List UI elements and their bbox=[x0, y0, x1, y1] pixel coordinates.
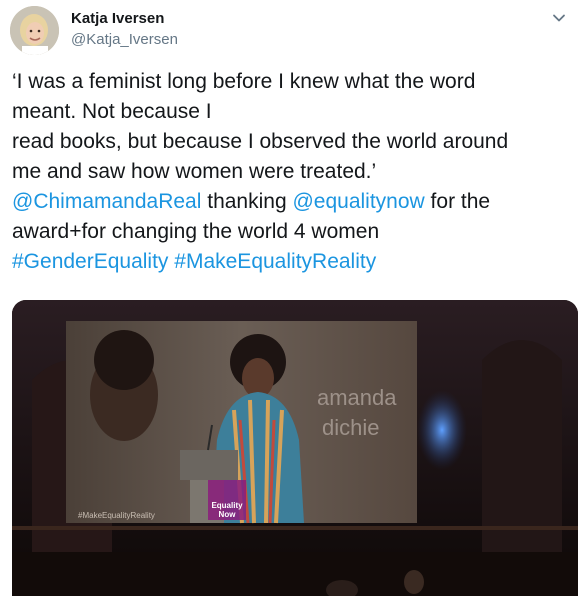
screen-name-text: amanda bbox=[317, 385, 397, 410]
avatar[interactable] bbox=[10, 6, 59, 55]
tweet-text-line: award+for changing the world 4 women bbox=[12, 220, 380, 243]
tweet-text: ‘I was a feminist long before I knew wha… bbox=[12, 67, 568, 277]
tweet-text-line: #GenderEquality #MakeEqualityReality bbox=[12, 247, 568, 277]
hashtag-link[interactable]: #GenderEquality bbox=[12, 250, 168, 273]
author-handle[interactable]: @Katja_Iversen bbox=[71, 31, 178, 48]
hashtag-link[interactable]: #MakeEqualityReality bbox=[174, 250, 376, 273]
chevron-down-icon[interactable] bbox=[551, 10, 567, 26]
tweet-photo[interactable]: Equality Now amanda dichie #MakeEquality… bbox=[12, 300, 578, 596]
tweet-text-line: meant. Not because I bbox=[12, 100, 212, 123]
tweet-text-line: read books, but because I observed the w… bbox=[12, 130, 509, 153]
screen-logo-text: Now bbox=[219, 510, 237, 519]
tweet-text-line: ‘I was a feminist long before I knew wha… bbox=[12, 70, 476, 93]
screen-hashtag-text: #MakeEqualityReality bbox=[78, 511, 155, 520]
event-photo: Equality Now amanda dichie #MakeEquality… bbox=[12, 300, 578, 596]
avatar-image bbox=[10, 6, 59, 55]
mention-link[interactable]: @equalitynow bbox=[292, 190, 424, 213]
author-name[interactable]: Katja Iversen bbox=[71, 10, 164, 27]
tweet-text-fragment: thanking bbox=[201, 190, 293, 213]
tweet-text-line: @ChimamandaReal thanking @equalitynow fo… bbox=[12, 187, 568, 217]
mention-link[interactable]: @ChimamandaReal bbox=[12, 190, 201, 213]
tweet-card: Katja Iversen @Katja_Iversen ‘I was a fe… bbox=[0, 0, 581, 596]
tweet-text-fragment: for the bbox=[424, 190, 491, 213]
tweet-text-line: me and saw how women were treated.’ bbox=[12, 160, 377, 183]
screen-logo-text: Equality bbox=[211, 501, 243, 510]
screen-name-text: dichie bbox=[322, 415, 379, 440]
